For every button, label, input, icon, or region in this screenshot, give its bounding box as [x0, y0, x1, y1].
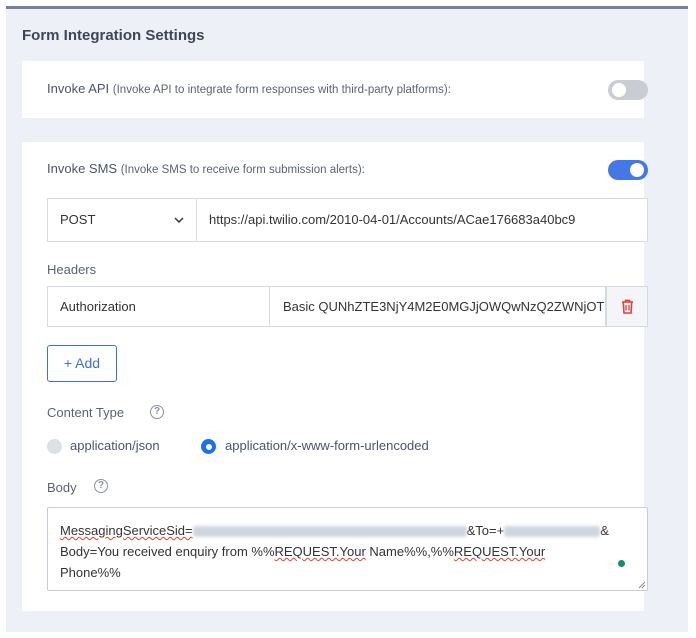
- content-type-urlencoded-radio[interactable]: [201, 439, 216, 454]
- header-delete-button[interactable]: [606, 286, 648, 327]
- header-key-value: Authorization: [60, 299, 136, 314]
- invoke-api-card: Invoke API (Invoke API to integrate form…: [22, 61, 648, 118]
- header-value-text: Basic QUNhZTE3NjY4M2E0MGJjOWQwNzQ2ZWNjOT…: [283, 299, 606, 314]
- body-text-part1: MessagingServiceSid=: [60, 523, 193, 538]
- body-line-1: MessagingServiceSid= &To=+ &: [60, 520, 635, 541]
- resize-handle-icon[interactable]: [638, 581, 646, 589]
- method-select[interactable]: POST: [47, 198, 196, 242]
- redacted-phone: [504, 526, 601, 538]
- content-type-help-icon[interactable]: ?: [150, 405, 164, 419]
- headers-label: Headers: [47, 262, 97, 277]
- body-help-icon[interactable]: ?: [94, 479, 108, 493]
- status-dot: [618, 560, 625, 567]
- content-type-urlencoded-label[interactable]: application/x-www-form-urlencoded: [225, 438, 429, 453]
- invoke-sms-title: Invoke SMS: [47, 161, 118, 176]
- invoke-api-label: Invoke API (Invoke API to integrate form…: [47, 81, 451, 96]
- invoke-sms-toggle[interactable]: [608, 160, 648, 180]
- body-line2-word2: REQUEST.Your: [453, 544, 546, 559]
- method-select-value: POST: [60, 212, 96, 227]
- header-value-input[interactable]: Basic QUNhZTE3NjY4M2E0MGJjOWQwNzQ2ZWNjOT…: [270, 286, 606, 327]
- chevron-down-icon: [174, 217, 184, 224]
- content-type-json-label[interactable]: application/json: [70, 438, 160, 453]
- invoke-api-description: (Invoke API to integrate form responses …: [112, 84, 451, 96]
- body-textarea[interactable]: MessagingServiceSid= &To=+ & Body=You rece…: [47, 507, 648, 591]
- trash-icon: [622, 299, 633, 314]
- header-key-input[interactable]: Authorization: [47, 286, 270, 327]
- content-type-json-radio[interactable]: [47, 439, 62, 454]
- body-line2-mid: Name%%,%%: [365, 544, 454, 559]
- body-line-3: Phone%%: [60, 565, 121, 580]
- body-line2-prefix: Body=You received enquiry from %%: [60, 544, 275, 559]
- body-label: Body: [47, 480, 77, 495]
- content-type-label: Content Type: [47, 405, 125, 420]
- url-input[interactable]: https://api.twilio.com/2010-04-01/Accoun…: [196, 198, 648, 242]
- redacted-sid: [192, 526, 467, 538]
- invoke-api-title: Invoke API: [47, 81, 110, 96]
- body-line2-word1: REQUEST.Your: [274, 544, 366, 559]
- invoke-sms-label: Invoke SMS (Invoke SMS to receive form s…: [47, 161, 365, 176]
- body-text-part2: &To=+: [466, 523, 505, 538]
- url-input-value: https://api.twilio.com/2010-04-01/Accoun…: [209, 212, 576, 227]
- invoke-sms-description: (Invoke SMS to receive form submission a…: [120, 164, 365, 176]
- body-line-2: Body=You received enquiry from %%REQUEST…: [60, 541, 635, 562]
- toggle-knob: [630, 163, 644, 177]
- settings-panel: Form Integration Settings Invoke API (In…: [6, 6, 688, 632]
- page-title: Form Integration Settings: [22, 27, 205, 44]
- invoke-sms-card: Invoke SMS (Invoke SMS to receive form s…: [22, 142, 648, 611]
- add-header-button[interactable]: + Add: [47, 345, 117, 382]
- invoke-api-toggle[interactable]: [608, 80, 648, 100]
- toggle-knob: [612, 83, 626, 97]
- body-text-part3: &: [600, 523, 609, 538]
